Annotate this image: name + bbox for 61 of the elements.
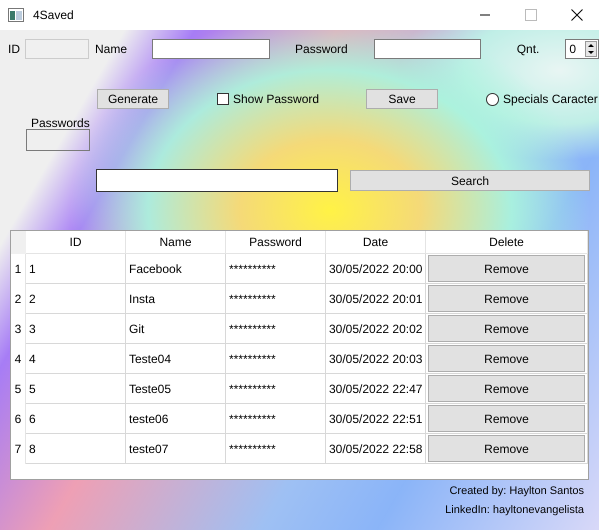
spin-arrows-icon[interactable] — [585, 41, 597, 57]
table-cell: ********** — [226, 374, 326, 404]
table-cell: Teste04 — [126, 344, 226, 374]
remove-button[interactable]: Remove — [428, 285, 585, 312]
generate-button[interactable]: Generate — [97, 89, 169, 109]
column-header[interactable]: ID — [26, 231, 126, 254]
specials-radio[interactable]: Specials Caracter — [486, 92, 598, 106]
table-cell: 4 — [26, 344, 126, 374]
table-cell: ********** — [226, 404, 326, 434]
table-cell: ********** — [226, 434, 326, 464]
column-header[interactable]: Date — [326, 231, 426, 254]
column-header[interactable]: Name — [126, 231, 226, 254]
id-label: ID — [8, 42, 20, 56]
quantity-spinbox[interactable]: 0 — [565, 39, 599, 59]
table-cell: 1 — [26, 254, 126, 284]
credit-text: LinkedIn: hayltonevangelista — [445, 504, 584, 516]
remove-button[interactable]: Remove — [428, 345, 585, 372]
table-cell: 30/05/2022 22:51 — [326, 404, 426, 434]
show-password-checkbox[interactable]: Show Password — [217, 92, 320, 106]
table-cell: ********** — [226, 344, 326, 374]
quantity-label: Qnt. — [516, 42, 540, 56]
remove-button[interactable]: Remove — [428, 315, 585, 342]
table-cell: 6 — [26, 404, 126, 434]
table-cell: 30/05/2022 20:03 — [326, 344, 426, 374]
remove-button[interactable]: Remove — [428, 255, 585, 282]
credit-text: Created by: Haylton Santos — [449, 485, 584, 497]
name-label: Name — [95, 42, 128, 56]
table-cell: Insta — [126, 284, 226, 314]
table-cell: teste07 — [126, 434, 226, 464]
table-cell: 5 — [26, 374, 126, 404]
table-cell: ********** — [226, 254, 326, 284]
passwords-label: Passwords — [31, 117, 90, 129]
table-cell: ********** — [226, 284, 326, 314]
table-cell: 30/05/2022 20:01 — [326, 284, 426, 314]
remove-button[interactable]: Remove — [428, 405, 585, 432]
save-button[interactable]: Save — [366, 89, 438, 109]
name-field[interactable] — [152, 39, 270, 59]
table-cell: Teste05 — [126, 374, 226, 404]
remove-button[interactable]: Remove — [428, 435, 585, 462]
table-cell: Facebook — [126, 254, 226, 284]
search-button[interactable]: Search — [350, 170, 590, 191]
column-header[interactable]: Password — [226, 231, 326, 254]
table-cell: 2 — [26, 284, 126, 314]
table-cell: 3 — [26, 314, 126, 344]
table-cell: 30/05/2022 22:58 — [326, 434, 426, 464]
table-cell: teste06 — [126, 404, 226, 434]
table-cell: 8 — [26, 434, 126, 464]
search-field[interactable] — [96, 169, 338, 192]
passwords-list[interactable] — [26, 129, 90, 151]
app-icon — [8, 8, 24, 22]
password-field[interactable] — [374, 39, 481, 59]
table-cell: ********** — [226, 314, 326, 344]
window-title: 4Saved — [33, 8, 74, 22]
table-cell: Git — [126, 314, 226, 344]
password-label: Password — [295, 42, 348, 56]
close-icon[interactable] — [571, 9, 583, 21]
column-header[interactable]: Delete — [426, 231, 588, 254]
table-cell: 30/05/2022 20:00 — [326, 254, 426, 284]
table-cell: 30/05/2022 20:02 — [326, 314, 426, 344]
remove-button[interactable]: Remove — [428, 375, 585, 402]
table-cell: 30/05/2022 22:47 — [326, 374, 426, 404]
